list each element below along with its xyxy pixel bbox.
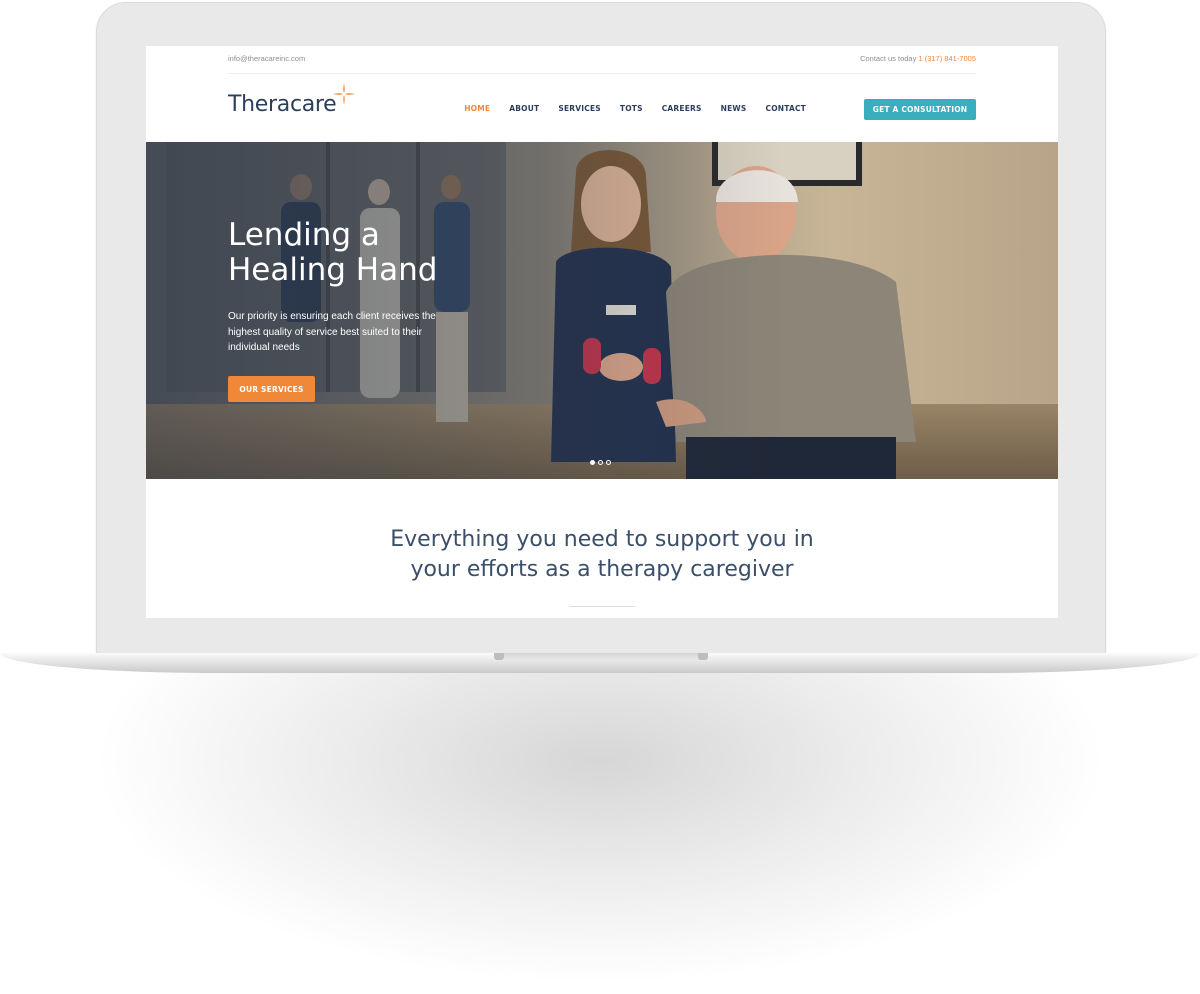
hero-title-line-1: Lending a xyxy=(228,217,380,253)
nav-home[interactable]: HOME xyxy=(464,104,490,113)
hero-title-line-2: Healing Hand xyxy=(228,252,438,288)
slider-dots xyxy=(590,460,611,465)
phone-link[interactable]: 1 (317) 841-7005 xyxy=(918,54,976,63)
top-bar: info@theracareinc.com Contact us today 1… xyxy=(146,46,1058,74)
hero-subtitle: Our priority is ensuring each client rec… xyxy=(228,311,436,353)
laptop-notch xyxy=(494,653,708,660)
hero-slider: Lending a Healing Hand Our priority is e… xyxy=(146,142,1058,479)
website-screen: info@theracareinc.com Contact us today 1… xyxy=(146,46,1058,618)
nav-services[interactable]: SERVICES xyxy=(558,104,601,113)
section-heading-line-2: your efforts as a therapy caregiver xyxy=(410,557,794,582)
logo[interactable]: Theracare xyxy=(228,82,368,118)
nav-tots[interactable]: TOTS xyxy=(620,104,643,113)
laptop-hinge-left xyxy=(494,653,504,660)
nav-careers[interactable]: CAREERS xyxy=(662,104,702,113)
get-consultation-button[interactable]: GET A CONSULTATION xyxy=(864,99,976,120)
section-heading: Everything you need to support you in yo… xyxy=(352,525,852,585)
laptop-shadow xyxy=(90,665,1110,985)
our-services-button[interactable]: OUR SERVICES xyxy=(228,376,315,402)
email-link[interactable]: info@theracareinc.com xyxy=(228,54,305,63)
logo-text: Theracare xyxy=(228,92,337,117)
nav-news[interactable]: NEWS xyxy=(721,104,747,113)
nav-contact[interactable]: CONTACT xyxy=(765,104,806,113)
section-divider xyxy=(569,606,635,607)
contact-info: Contact us today 1 (317) 841-7005 xyxy=(860,54,976,63)
laptop-hinge-right xyxy=(698,653,708,660)
slider-dot-1[interactable] xyxy=(590,460,595,465)
hero-title: Lending a Healing Hand xyxy=(228,218,488,288)
contact-label: Contact us today xyxy=(860,54,917,63)
main-nav: HOME ABOUT SERVICES TOTS CAREERS NEWS CO… xyxy=(464,104,806,113)
cross-logo-icon xyxy=(333,83,355,105)
section-heading-line-1: Everything you need to support you in xyxy=(390,527,814,552)
top-bar-divider xyxy=(228,73,976,74)
slider-dot-2[interactable] xyxy=(598,460,603,465)
slider-dot-3[interactable] xyxy=(606,460,611,465)
nav-about[interactable]: ABOUT xyxy=(509,104,539,113)
